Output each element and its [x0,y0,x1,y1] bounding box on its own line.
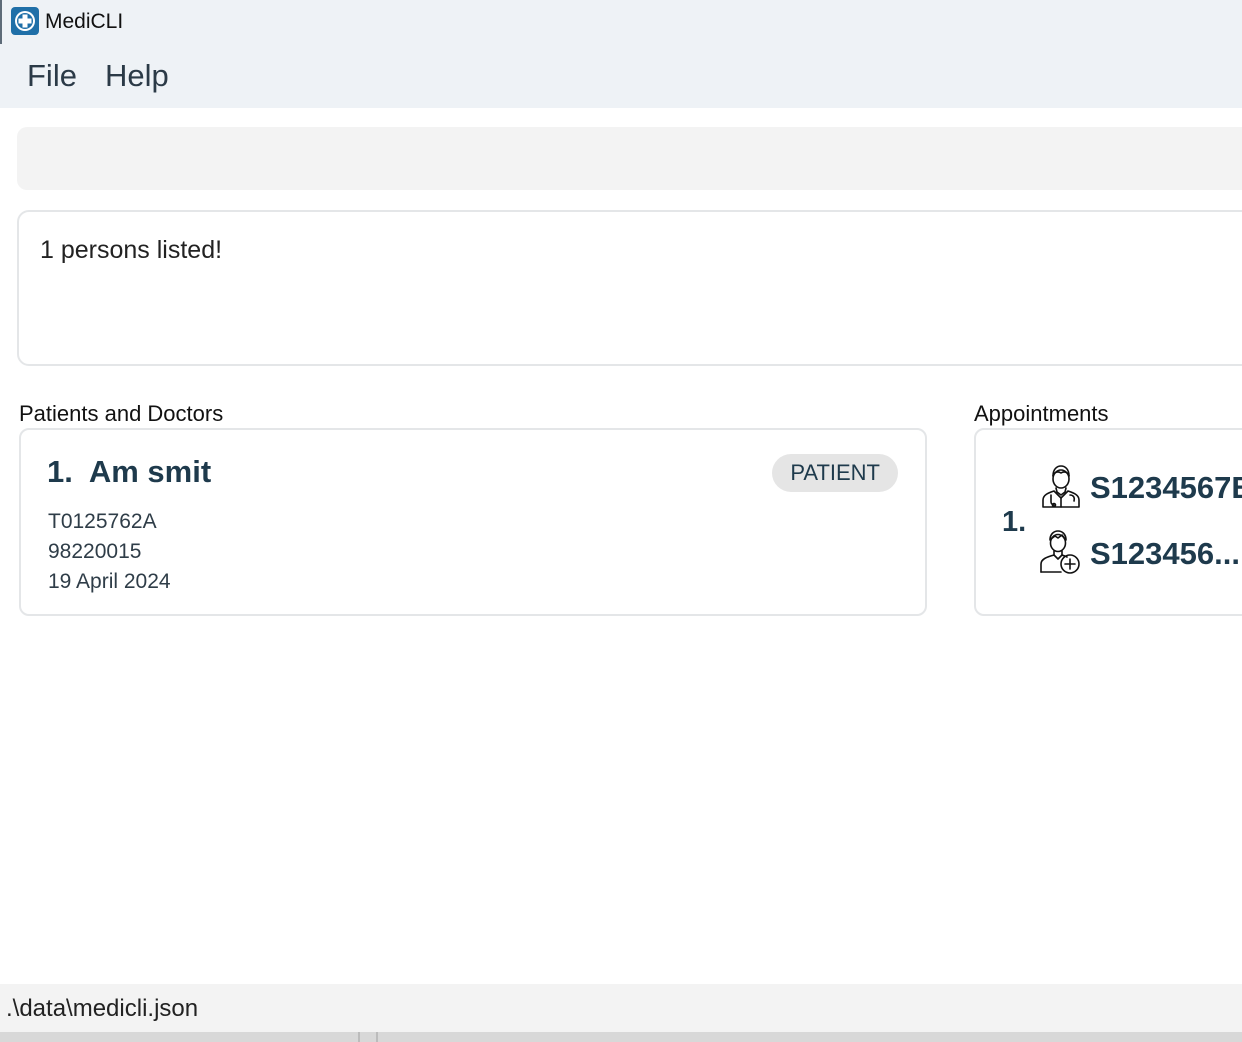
status-bar: .\data\medicli.json [0,984,1242,1032]
person-name-row: 1. Am smit [47,454,211,490]
result-message: 1 persons listed! [40,236,223,264]
bottom-strip [0,1032,1242,1042]
menu-file[interactable]: File [27,58,77,94]
person-card[interactable]: 1. Am smit PATIENT T0125762A 98220015 19 … [19,428,927,616]
appointment-patient-id: S123456... [1090,536,1240,571]
strip-divider [376,1032,378,1042]
command-input[interactable] [17,127,1242,190]
menu-bar: File Help [0,44,1242,108]
appointment-doctor-id: S1234567B [1090,470,1242,505]
app-window: MediCLI File Help 1 persons listed! Pati… [0,0,1242,1042]
people-panel-title: Patients and Doctors [19,401,224,426]
person-phone: 98220015 [48,540,142,563]
appointment-index: 1. [1002,506,1027,538]
strip-divider [358,1032,360,1042]
patient-icon [1039,530,1081,574]
appointments-panel-title: Appointments [974,401,1109,426]
window-edge [0,0,2,44]
person-index: 1. [47,454,73,489]
role-badge: PATIENT [772,454,898,492]
medical-cross-icon [11,7,39,35]
title-bar: MediCLI [0,0,1242,44]
doctor-icon [1040,464,1082,508]
app-title: MediCLI [45,10,124,33]
person-name: Am smit [88,454,212,489]
person-dob: 19 April 2024 [48,570,171,593]
result-display: 1 persons listed! [17,210,1242,366]
appointment-card[interactable]: 1. S1234567B S123456... [974,428,1242,616]
person-nric: T0125762A [48,510,157,533]
menu-help[interactable]: Help [105,58,169,94]
data-file-path: .\data\medicli.json [6,995,199,1022]
